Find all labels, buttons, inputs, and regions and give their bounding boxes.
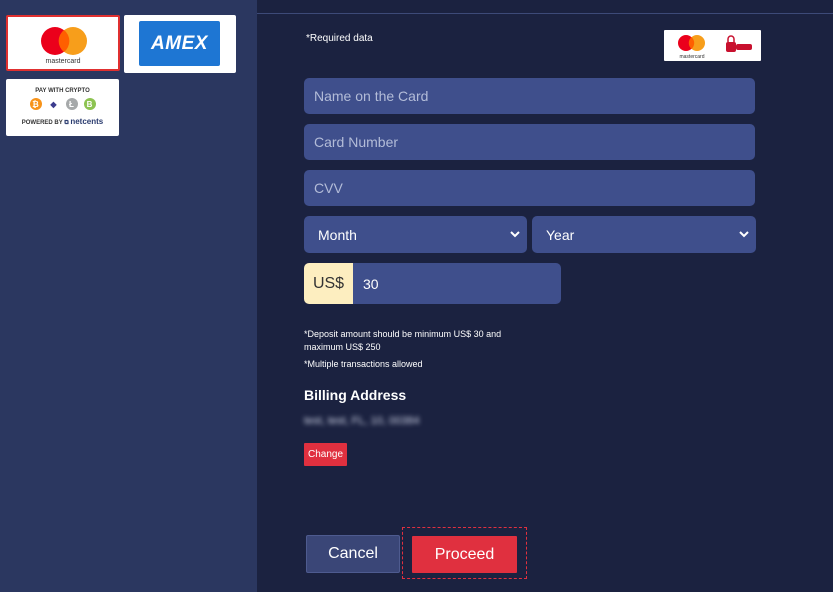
crypto-coins: ₿ ◆ Ł B [6, 98, 119, 110]
month-select-value: Month [318, 226, 357, 243]
cancel-button[interactable]: Cancel [306, 535, 400, 573]
deposit-note-line2: maximum US$ 250 [304, 342, 381, 352]
mastercard-logo-icon [41, 27, 87, 55]
cvv-input[interactable] [304, 170, 755, 206]
multiple-transactions-note: *Multiple transactions allowed [304, 359, 423, 369]
currency-label: US$ [304, 263, 353, 304]
proceed-button[interactable]: Proceed [412, 536, 517, 573]
name-on-card-input[interactable] [304, 78, 755, 114]
bitcoin-cash-icon: B [83, 98, 96, 110]
mastercard-secure-icon: mastercard [678, 35, 752, 60]
chevron-down-icon [739, 231, 749, 238]
crypto-powered-by: POWERED BY ⧉ netcents [6, 117, 119, 127]
deposit-note: *Deposit amount should be minimum US$ 30… [304, 328, 501, 354]
secure-badge: mastercard [664, 30, 761, 61]
month-select[interactable]: Month [304, 216, 527, 253]
chevron-down-icon [510, 231, 520, 238]
year-select-value: Year [546, 226, 575, 243]
card-number-input[interactable] [304, 124, 755, 160]
payment-method-amex[interactable]: AMEX [124, 15, 236, 73]
divider [257, 13, 833, 14]
billing-address-title: Billing Address [304, 387, 407, 403]
billing-address-value: test, test, FL, 10, 00384 [304, 415, 420, 427]
mastercard-label: mastercard [45, 58, 81, 65]
crypto-title: PAY WITH CRYPTO [35, 88, 90, 94]
payment-method-mastercard[interactable]: mastercard [6, 15, 120, 71]
payment-method-crypto[interactable]: PAY WITH CRYPTO ₿ ◆ Ł B POWERED BY ⧉ net… [6, 79, 119, 136]
powered-by-label: POWERED BY [21, 120, 63, 126]
amount-input[interactable] [353, 263, 561, 304]
change-address-button[interactable]: Change [304, 443, 347, 466]
badge-mastercard-label: mastercard [679, 54, 704, 60]
deposit-note-line1: *Deposit amount should be minimum US$ 30… [304, 329, 502, 339]
netcents-label: netcents [70, 117, 104, 126]
netcents-logo-icon: ⧉ [64, 120, 69, 126]
year-select[interactable]: Year [532, 216, 756, 253]
amex-logo: AMEX [139, 21, 220, 66]
required-note: *Required data [306, 33, 373, 44]
bitcoin-icon: ₿ [29, 98, 42, 110]
litecoin-icon: Ł [65, 98, 78, 110]
ethereum-icon: ◆ [47, 98, 60, 110]
